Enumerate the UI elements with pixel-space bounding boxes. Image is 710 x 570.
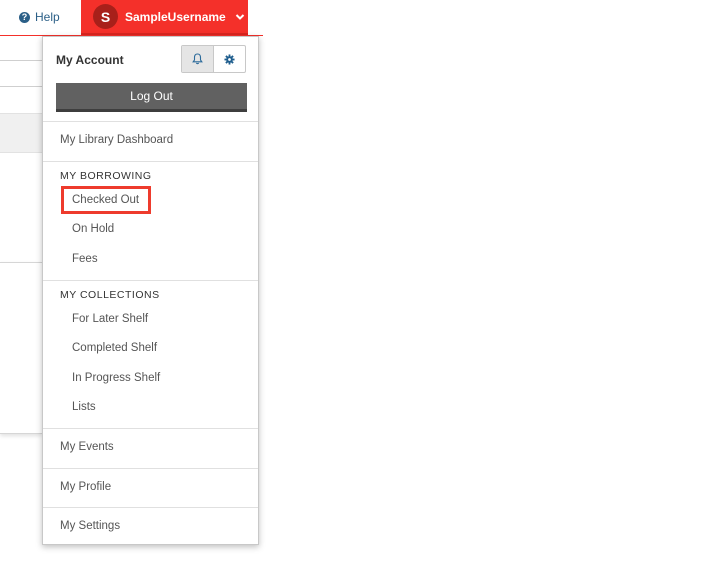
menu-item-for-later-shelf[interactable]: For Later Shelf xyxy=(72,313,148,325)
menu-divider xyxy=(43,507,258,508)
menu-item-fees[interactable]: Fees xyxy=(72,253,98,265)
menu-item-in-progress-shelf[interactable]: In Progress Shelf xyxy=(72,372,160,384)
menu-item-checked-out[interactable]: Checked Out xyxy=(72,194,139,206)
menu-item-lists[interactable]: Lists xyxy=(72,401,96,413)
menu-item-completed-shelf[interactable]: Completed Shelf xyxy=(72,342,157,354)
background-divider xyxy=(0,86,42,87)
gear-icon xyxy=(224,53,235,65)
avatar: S xyxy=(93,4,118,29)
chevron-down-icon xyxy=(235,13,244,20)
menu-divider xyxy=(43,121,258,122)
bell-icon xyxy=(192,53,203,65)
menu-item-my-events[interactable]: My Events xyxy=(60,441,114,453)
settings-button[interactable] xyxy=(214,46,245,72)
background-panel xyxy=(0,262,42,434)
account-menu-button[interactable]: S SampleUsername xyxy=(81,0,248,35)
section-heading-borrowing: MY BORROWING xyxy=(60,170,152,182)
log-out-button[interactable]: Log Out xyxy=(56,83,247,112)
background-divider xyxy=(0,60,42,61)
account-title: My Account xyxy=(56,53,124,67)
menu-item-dashboard[interactable]: My Library Dashboard xyxy=(60,134,173,146)
help-link[interactable]: ? Help xyxy=(19,8,60,26)
account-icon-group xyxy=(181,45,246,73)
menu-divider xyxy=(43,428,258,429)
section-heading-collections: MY COLLECTIONS xyxy=(60,289,160,301)
account-dropdown: My Account Log Out My Library Dashboard … xyxy=(42,36,259,545)
help-icon: ? xyxy=(19,11,30,23)
menu-divider xyxy=(43,161,258,162)
menu-item-my-profile[interactable]: My Profile xyxy=(60,481,111,493)
account-header: My Account Log Out xyxy=(43,37,258,121)
background-bar xyxy=(0,113,42,153)
menu-item-on-hold[interactable]: On Hold xyxy=(72,223,114,235)
menu-divider xyxy=(43,468,258,469)
menu-divider xyxy=(43,280,258,281)
menu-item-my-settings[interactable]: My Settings xyxy=(60,520,120,532)
notifications-button[interactable] xyxy=(182,46,214,72)
help-label: Help xyxy=(35,10,60,24)
username-label: SampleUsername xyxy=(125,9,226,24)
